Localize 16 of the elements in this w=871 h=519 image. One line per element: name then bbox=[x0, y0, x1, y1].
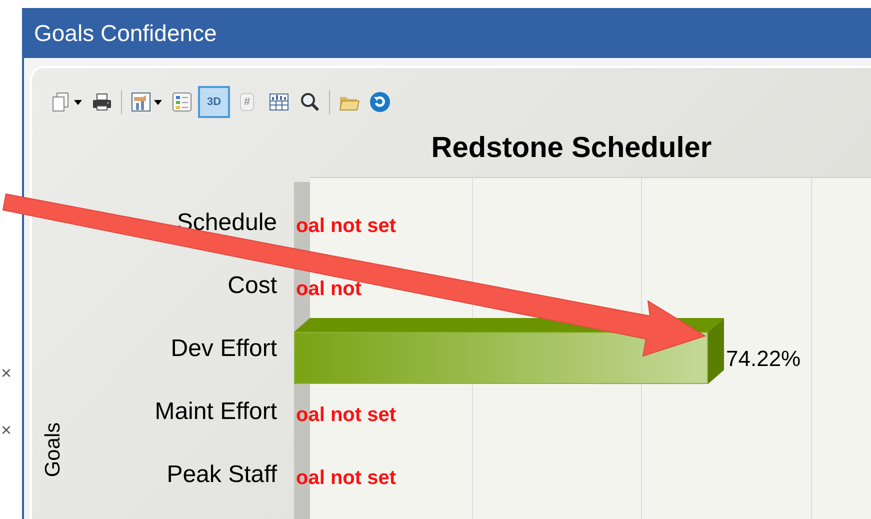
window-title: Goals Confidence bbox=[34, 18, 217, 48]
close-mark[interactable]: × bbox=[0, 360, 12, 387]
category-label: Peak Staff bbox=[166, 460, 277, 490]
toggle-button[interactable]: 3D bbox=[198, 86, 230, 118]
category-label: Maint Effort bbox=[154, 397, 277, 427]
goal-status: oal not set bbox=[296, 466, 396, 491]
data-label: 74.22% bbox=[726, 344, 801, 372]
category-label: Schedule bbox=[176, 208, 277, 238]
chart-title: Redstone Scheduler bbox=[431, 131, 712, 166]
category-label: Dev Effort bbox=[170, 334, 277, 364]
axis-title: Goals bbox=[40, 422, 66, 478]
goal-status: oal not bbox=[296, 277, 362, 302]
goal-status: oal not set bbox=[296, 214, 396, 239]
category-label: Cost bbox=[228, 271, 277, 301]
goal-status: oal not set bbox=[296, 403, 396, 428]
close-mark[interactable]: × bbox=[0, 417, 12, 444]
